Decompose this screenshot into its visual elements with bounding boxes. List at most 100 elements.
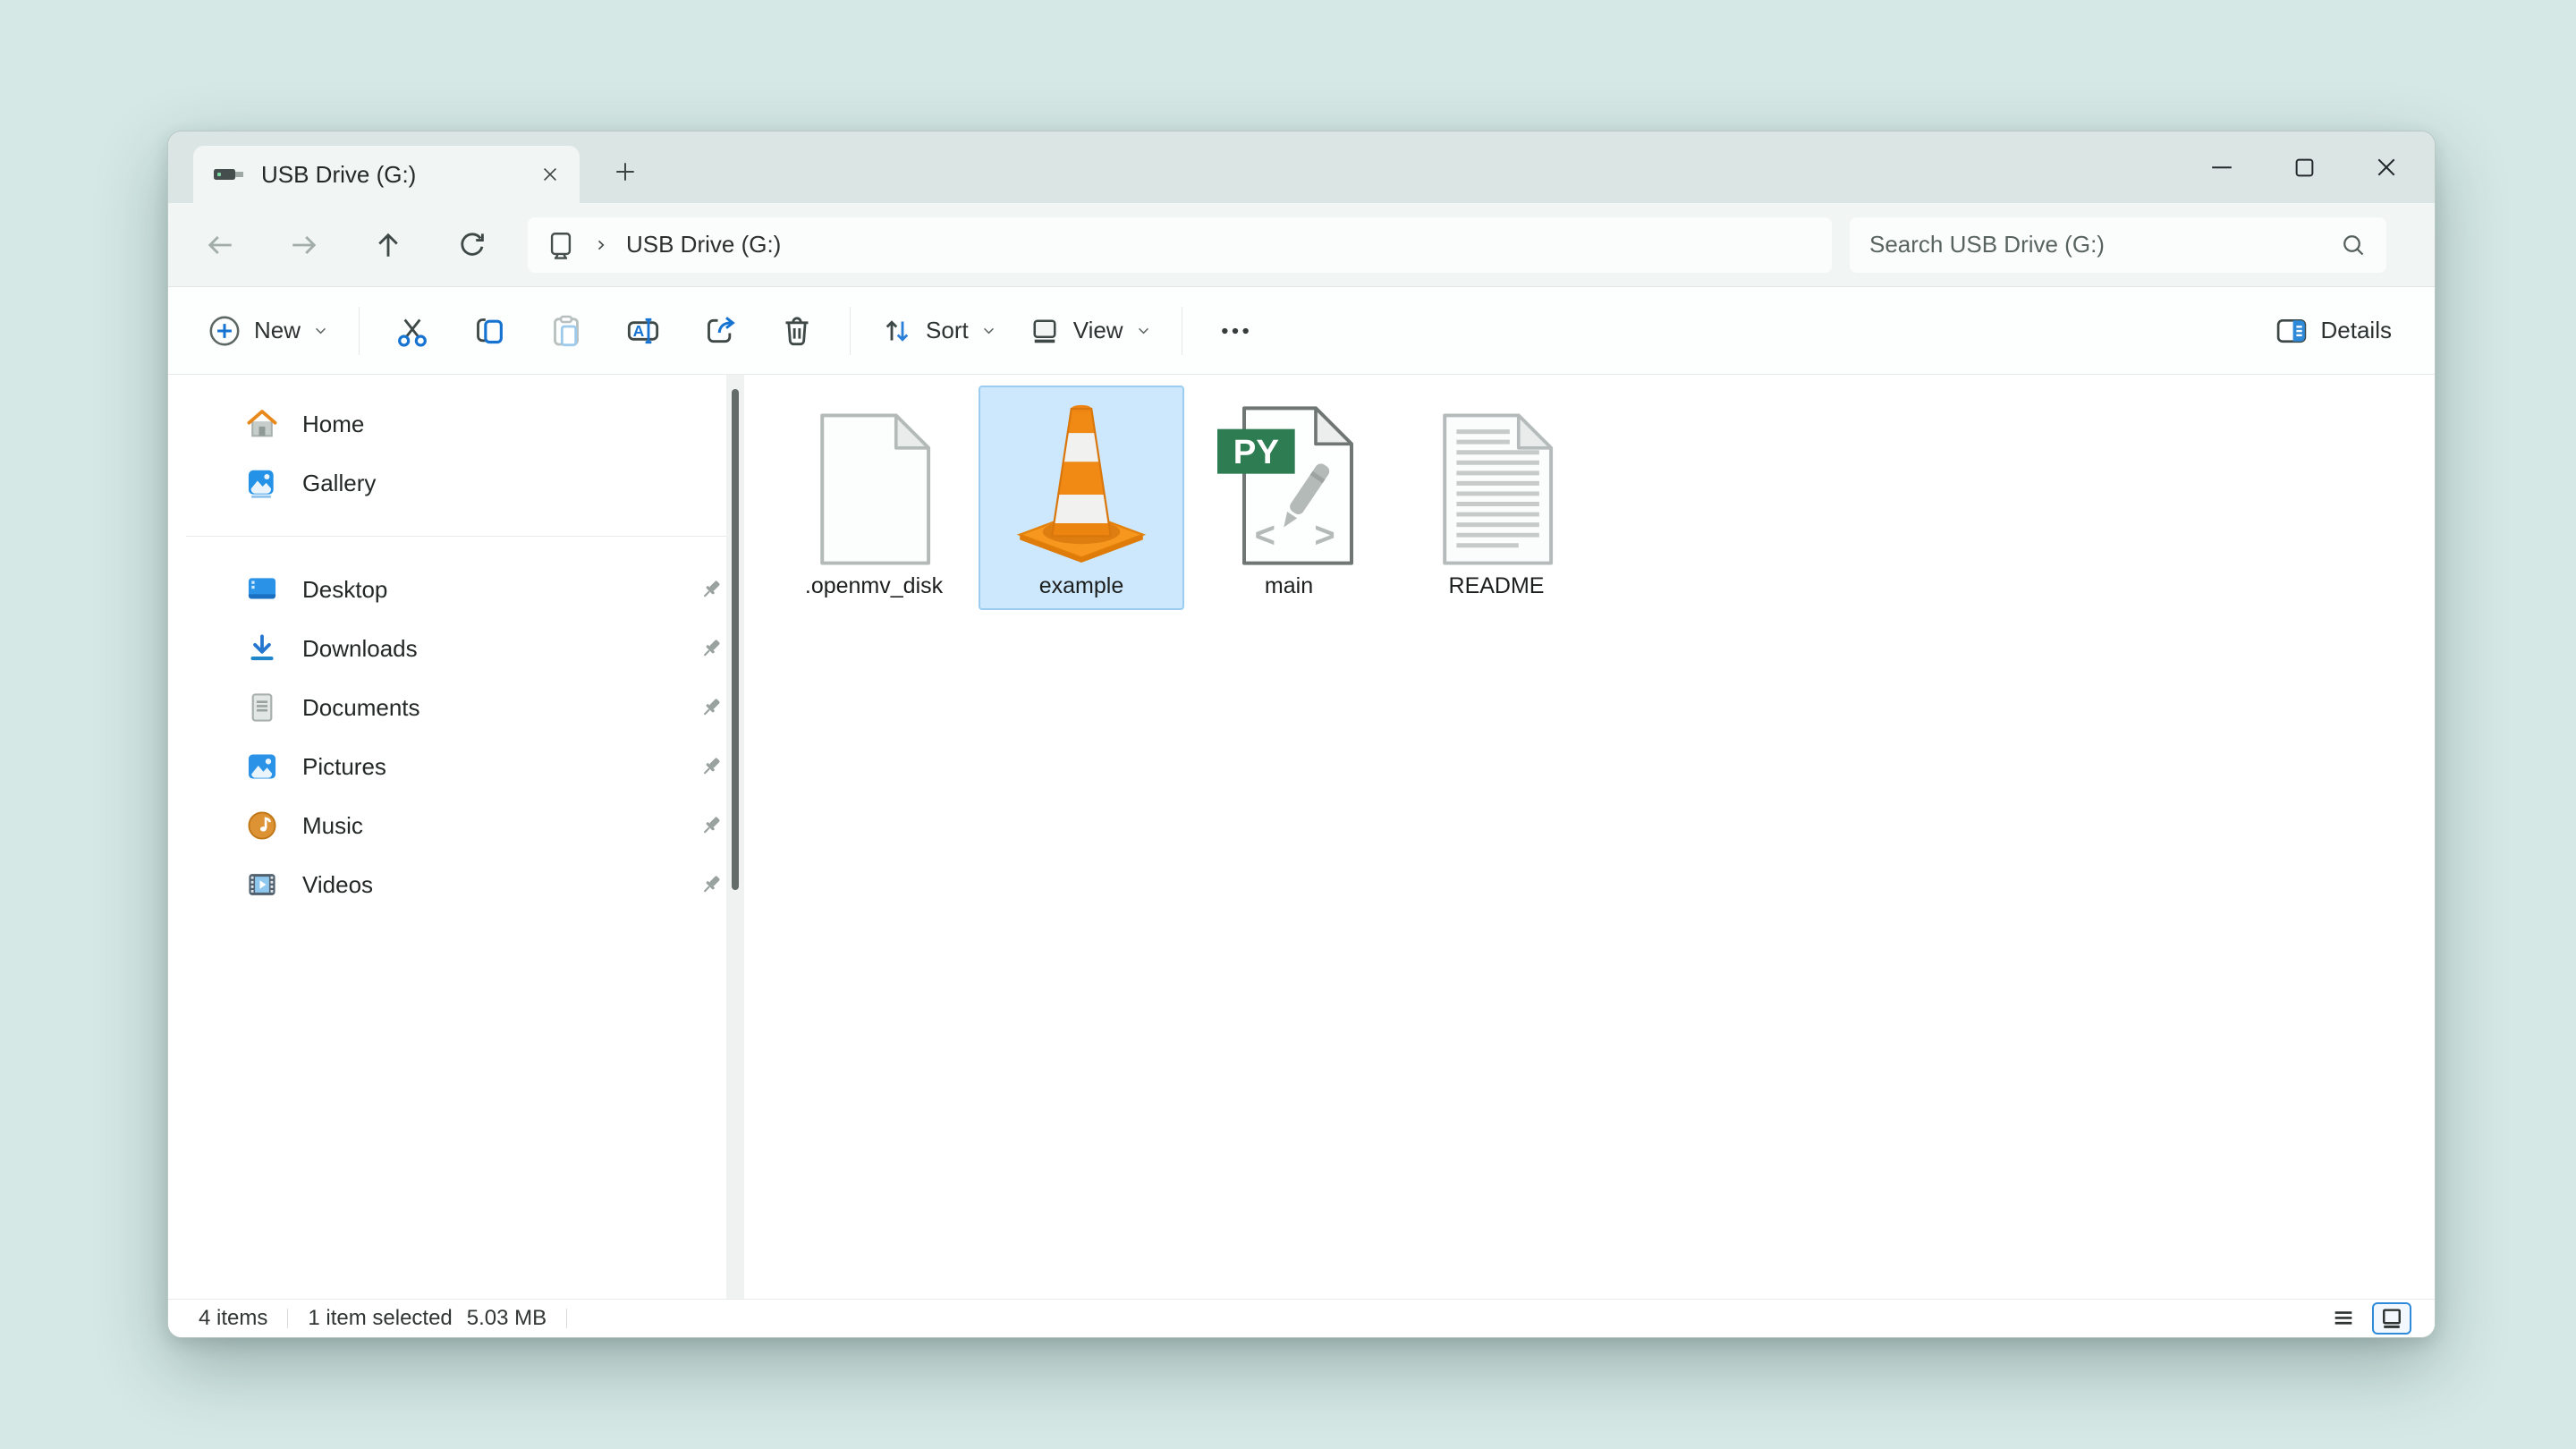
documents-icon <box>245 691 279 724</box>
file-list-area[interactable]: .openmv_disk example < > PY main README <box>748 375 2435 1299</box>
rename-button[interactable]: A <box>605 299 682 363</box>
copy-button[interactable] <box>451 299 528 363</box>
sort-button-label: Sort <box>926 317 969 343</box>
chevron-down-icon <box>1136 323 1151 338</box>
status-divider <box>287 1309 289 1328</box>
search-box <box>1850 216 2386 273</box>
new-button[interactable]: New <box>191 299 344 363</box>
more-options-button[interactable] <box>1197 299 1274 363</box>
view-icon <box>1029 315 1061 347</box>
details-button[interactable]: Details <box>2258 299 2408 363</box>
pin-icon[interactable] <box>698 812 724 839</box>
svg-text:>: > <box>1314 515 1335 555</box>
navigation-sidebar: Home Gallery Desktop Downloads Documents… <box>168 375 748 1299</box>
file-tile-example[interactable]: example <box>979 386 1184 610</box>
delete-button[interactable] <box>758 299 835 363</box>
minimize-button[interactable] <box>2181 131 2263 203</box>
tab-bar: USB Drive (G:) <box>168 131 2435 203</box>
tab-usb-drive[interactable]: USB Drive (G:) <box>193 146 580 203</box>
toolbar-divider <box>850 306 852 355</box>
svg-text:<: < <box>1255 515 1275 555</box>
maximize-button[interactable] <box>2263 131 2345 203</box>
items-count: 4 items <box>199 1306 268 1330</box>
videos-icon <box>245 868 279 902</box>
sidebar-item-downloads[interactable]: Downloads <box>168 619 748 678</box>
home-icon <box>245 407 279 441</box>
close-button[interactable] <box>2345 131 2428 203</box>
sidebar-item-label: Home <box>302 410 365 437</box>
gallery-icon <box>245 466 279 500</box>
details-pane-icon <box>2275 314 2309 348</box>
plus-circle-icon <box>208 314 242 348</box>
file-tile-main[interactable]: < > PY main <box>1186 386 1392 610</box>
new-tab-button[interactable] <box>603 149 648 194</box>
pin-icon[interactable] <box>698 635 724 662</box>
paste-button[interactable] <box>528 299 605 363</box>
view-toggle-group <box>2324 1302 2411 1335</box>
sidebar-item-gallery[interactable]: Gallery <box>168 453 748 513</box>
refresh-button[interactable] <box>444 216 501 274</box>
chevron-right-icon <box>592 236 610 254</box>
tab-close-icon[interactable] <box>530 154 571 195</box>
sidebar-scrollbar-track[interactable] <box>726 375 744 1299</box>
forward-button[interactable] <box>275 216 333 274</box>
sidebar-item-documents[interactable]: Documents <box>168 678 748 737</box>
cut-button[interactable] <box>374 299 451 363</box>
sidebar-scrollbar-thumb[interactable] <box>732 389 739 890</box>
sidebar-item-videos[interactable]: Videos <box>168 855 748 914</box>
monitor-icon <box>546 230 576 260</box>
file-name: .openmv_disk <box>804 573 944 598</box>
up-button[interactable] <box>360 216 417 274</box>
sidebar-item-music[interactable]: Music <box>168 796 748 855</box>
window-controls <box>2181 131 2428 203</box>
python-file-icon: < > PY <box>1217 391 1360 566</box>
sidebar-item-desktop[interactable]: Desktop <box>168 560 748 619</box>
status-bar: 4 items 1 item selected 5.03 MB <box>168 1299 2435 1337</box>
details-button-label: Details <box>2320 317 2392 343</box>
downloads-icon <box>245 631 279 665</box>
share-button[interactable] <box>682 299 758 363</box>
sidebar-item-label: Desktop <box>302 575 388 603</box>
sidebar-separator <box>186 536 730 537</box>
selection-count: 1 item selected <box>308 1306 453 1330</box>
sidebar-item-label: Documents <box>302 693 420 721</box>
file-tile-openmv-disk[interactable]: .openmv_disk <box>771 386 977 610</box>
tab-title: USB Drive (G:) <box>261 160 417 188</box>
new-button-label: New <box>254 317 301 343</box>
search-input[interactable] <box>1869 231 2340 258</box>
status-divider <box>566 1309 568 1328</box>
file-tile-readme[interactable]: README <box>1394 386 1599 610</box>
details-view-toggle[interactable] <box>2324 1302 2363 1335</box>
back-button[interactable] <box>191 216 249 274</box>
usb-drive-icon <box>213 157 245 191</box>
sidebar-item-label: Music <box>302 811 363 839</box>
breadcrumb[interactable]: USB Drive (G:) <box>626 231 781 258</box>
file-name: README <box>1448 573 1545 598</box>
sidebar-item-label: Pictures <box>302 752 386 780</box>
sort-arrows-icon <box>881 315 913 347</box>
pin-icon[interactable] <box>698 753 724 780</box>
sidebar-item-label: Gallery <box>302 469 377 496</box>
svg-text:A: A <box>633 322 645 340</box>
sort-button[interactable]: Sort <box>865 299 1013 363</box>
pin-icon[interactable] <box>698 576 724 603</box>
vlc-cone-icon <box>1001 391 1162 566</box>
pin-icon[interactable] <box>698 694 724 721</box>
file-name: main <box>1264 573 1314 598</box>
pictures-icon <box>245 750 279 784</box>
explorer-body: Home Gallery Desktop Downloads Documents… <box>168 375 2435 1299</box>
view-button[interactable]: View <box>1013 299 1167 363</box>
navigation-bar: USB Drive (G:) <box>168 203 2435 287</box>
desktop-icon <box>245 572 279 606</box>
svg-text:PY: PY <box>1233 433 1279 471</box>
file-explorer-window: USB Drive (G:) USB Drive (G:) Search USB… <box>167 131 2436 1338</box>
sidebar-item-label: Downloads <box>302 634 418 662</box>
address-bar[interactable]: USB Drive (G:) <box>528 216 1832 273</box>
search-icon[interactable] <box>2340 232 2367 258</box>
selection-size: 5.03 MB <box>466 1306 547 1330</box>
thumbnail-view-toggle[interactable] <box>2372 1302 2411 1335</box>
sidebar-item-pictures[interactable]: Pictures <box>168 737 748 796</box>
pin-icon[interactable] <box>698 871 724 898</box>
sidebar-item-home[interactable]: Home <box>168 394 748 453</box>
text-document-icon <box>1433 391 1560 566</box>
